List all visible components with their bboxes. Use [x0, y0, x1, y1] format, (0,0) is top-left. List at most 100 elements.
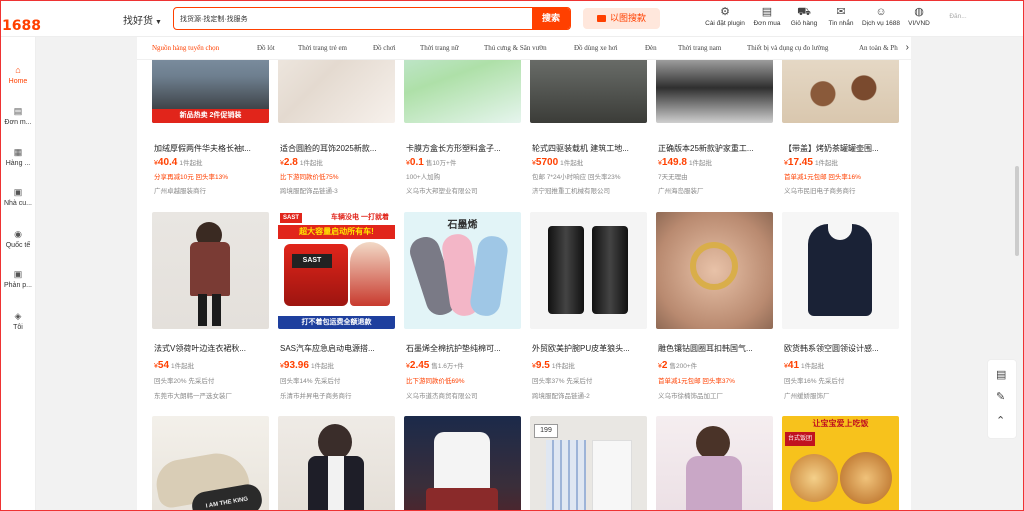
- seller-name[interactable]: 济宁冠推重工机械有限公司: [532, 185, 647, 195]
- notes-icon[interactable]: ▤: [996, 368, 1006, 381]
- product-title[interactable]: 轮式四驱装载机 建筑工地...: [532, 143, 646, 154]
- product-title[interactable]: 外贸欧美护腕PU皮革狼头...: [532, 343, 646, 354]
- product-tags: 首单减1元包邮 回头率16%: [784, 174, 861, 181]
- product-image[interactable]: [656, 212, 773, 329]
- product-image[interactable]: [404, 416, 521, 511]
- chevron-up-icon[interactable]: ⌃: [996, 414, 1005, 427]
- category-tab[interactable]: Thiết bị và dụng cụ đo lường: [747, 44, 828, 52]
- product-tags: 回头率14% 先采后付: [280, 378, 341, 385]
- seller-name[interactable]: 广州海岛服装厂: [658, 185, 773, 195]
- seller-name[interactable]: 义乌市大邦塑业有限公司: [406, 185, 521, 195]
- search-input[interactable]: [180, 11, 520, 27]
- seller-name[interactable]: 广州卓越服装商行: [154, 185, 269, 195]
- seller-name[interactable]: 东莞市大朗韩一严选女装厂: [154, 390, 269, 400]
- seller-name[interactable]: 跨境服配饰品链通-2: [532, 390, 647, 400]
- seller-name[interactable]: 跨境服配饰品链通-3: [280, 185, 395, 195]
- product-image[interactable]: 石墨烯: [404, 212, 521, 329]
- cart-button[interactable]: ⛟ Giỏ hàng: [787, 7, 821, 28]
- image-search-button[interactable]: 以图搜款: [583, 8, 660, 29]
- product-title[interactable]: 欧货韩系领空圆领设计感...: [784, 343, 898, 354]
- install-plugin-button[interactable]: ⚙ Cài đặt plugin: [701, 7, 749, 28]
- sidebar-item-me[interactable]: ◈ Tôi: [0, 311, 36, 331]
- product-image[interactable]: [782, 212, 899, 329]
- product-image[interactable]: [278, 60, 395, 123]
- product-image[interactable]: [152, 212, 269, 329]
- product-title[interactable]: 正确版本25新款驴家重工...: [658, 143, 772, 154]
- product-image[interactable]: I AM THE KING: [152, 416, 269, 511]
- product-image[interactable]: [530, 212, 647, 329]
- chevron-right-icon[interactable]: ›: [906, 42, 909, 53]
- sidebar-item-home[interactable]: ⌂ Home: [0, 65, 36, 85]
- sidebar-item-goods[interactable]: ▦ Hàng ...: [0, 147, 36, 167]
- seller-name[interactable]: 义乌市徐楠饰品加工厂: [658, 390, 773, 400]
- price-line: ¥2.8 1件起批: [280, 157, 395, 168]
- product-title[interactable]: 法式V领荷叶边连衣裙秋...: [154, 343, 268, 354]
- product-image[interactable]: [656, 60, 773, 123]
- product-image[interactable]: 199: [530, 416, 647, 511]
- sidebar-item-orders[interactable]: ▤ Đơn m...: [0, 106, 36, 126]
- product-image[interactable]: [278, 416, 395, 511]
- orders-button[interactable]: ▤ Đơn mua: [751, 7, 783, 28]
- product-image[interactable]: 让宝宝爱上吃饭 台式饭团: [782, 416, 899, 511]
- product-title[interactable]: 【带盖】烤奶茶罐罐壶围...: [784, 143, 898, 154]
- category-tab[interactable]: An toàn & Ph: [859, 44, 898, 52]
- messages-label: Tin nhắn: [828, 20, 854, 27]
- product-title[interactable]: 雕色镶钻圆圈耳扣韩国气...: [658, 343, 772, 354]
- min-order: 售10万+件: [425, 160, 457, 167]
- product-image[interactable]: [404, 60, 521, 123]
- logo[interactable]: 1688: [2, 18, 41, 34]
- min-order: 1件起批: [560, 160, 584, 167]
- min-order: 1件起批: [814, 160, 839, 167]
- product-image[interactable]: 车辆没电 一打就着 SAST 超大容量启动所有车! SAST 打不着包运费全额退…: [278, 212, 395, 329]
- search-button[interactable]: 搜索: [532, 8, 570, 29]
- product-tags: 100+人加购: [406, 174, 441, 181]
- sidebar-item-international[interactable]: ◉ Quốc tế: [0, 229, 36, 249]
- product-image[interactable]: [782, 60, 899, 123]
- category-tab[interactable]: Thời trang nữ: [420, 44, 459, 52]
- product-price: ¥41: [784, 360, 800, 371]
- me-icon: ◈: [14, 311, 22, 321]
- sidebar-item-feedback[interactable]: ▣ Phản p...: [0, 269, 36, 289]
- edit-icon[interactable]: ✎: [996, 390, 1005, 403]
- category-tab[interactable]: Nguồn hàng tuyển chọn: [152, 44, 219, 52]
- category-tab[interactable]: Đèn: [645, 44, 657, 52]
- category-tab[interactable]: Thời trang nam: [678, 44, 721, 52]
- category-tab[interactable]: Thú cưng & Sân vườn: [484, 44, 547, 52]
- login-label: Đăn...: [949, 13, 967, 20]
- page-scrollbar[interactable]: [1015, 166, 1019, 256]
- product-image[interactable]: [530, 60, 647, 123]
- product-title[interactable]: 卡膜方盒长方形塑料盒子...: [406, 143, 520, 154]
- category-tab[interactable]: Đồ lót: [257, 44, 275, 52]
- product-price: ¥2: [658, 360, 668, 371]
- seller-name[interactable]: 广州缓娇服饰厂: [784, 390, 899, 400]
- home-icon: ⌂: [15, 65, 21, 75]
- product-title[interactable]: 加绒厚假两件华夫格长袖t...: [154, 143, 268, 154]
- category-tab[interactable]: Thời trang trẻ em: [298, 44, 347, 52]
- seller-name[interactable]: 乐清市并昇电子商务商行: [280, 390, 395, 400]
- product-image[interactable]: [656, 416, 773, 511]
- price-line: ¥0.1 售10万+件: [406, 157, 521, 168]
- seller-name[interactable]: 义乌市民旧电子商务商行: [784, 185, 899, 195]
- product-title[interactable]: 石墨烯全棉抗护垫纯棉可...: [406, 343, 520, 354]
- promo-banner: 新品热卖 2件促销装: [152, 109, 269, 123]
- search-category-select[interactable]: 找好货 ▼: [123, 12, 162, 27]
- messages-button[interactable]: ✉ Tin nhắn: [825, 7, 857, 28]
- user-icon: ☺: [875, 6, 887, 18]
- price-line: ¥2 售200+件: [658, 360, 773, 371]
- category-tab[interactable]: Đồ dùng xe hơi: [574, 44, 618, 52]
- product-title[interactable]: 适合圆脸的耳饰2025新款...: [280, 143, 394, 154]
- price-line: ¥149.8 1件起批: [658, 157, 773, 168]
- service-1688-button[interactable]: ☺ Dịch vụ 1688: [859, 6, 903, 28]
- globe-icon: ◉: [14, 229, 22, 239]
- product-title[interactable]: SAS汽车应急启动电源搭...: [280, 343, 394, 354]
- sidebar-item-suppliers[interactable]: ▣ Nhà cu...: [0, 187, 36, 207]
- product-image[interactable]: 新品热卖 2件促销装: [152, 60, 269, 123]
- search-box: 搜索: [173, 7, 571, 30]
- category-tab[interactable]: Đồ chơi: [373, 44, 396, 52]
- language-currency-button[interactable]: ◍ VI/VND: [904, 7, 934, 28]
- store-icon: ▣: [13, 187, 23, 197]
- seller-name[interactable]: 义乌市道杰商贸有限公司: [406, 390, 521, 400]
- sidebar-item-label: Tôi: [13, 324, 23, 331]
- feedback-icon: ▣: [13, 269, 23, 279]
- login-button[interactable]: Đăn...: [944, 13, 972, 20]
